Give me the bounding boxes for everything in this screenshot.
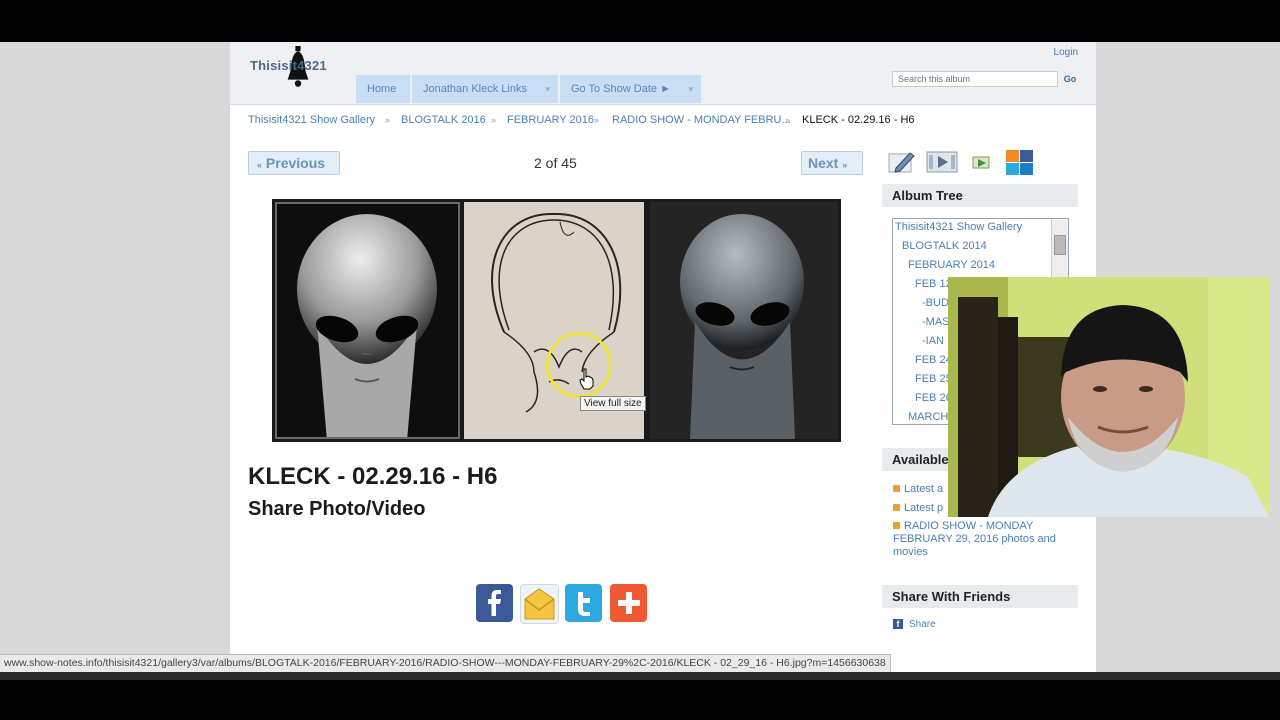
webcam-person-image: [948, 277, 1269, 517]
photo-image[interactable]: [272, 199, 841, 442]
chevron-down-icon: ▾: [688, 84, 693, 94]
breadcrumb-current: KLECK - 02.29.16 - H6: [802, 114, 915, 126]
feed-link[interactable]: Latest a: [893, 483, 943, 496]
nav-go-to-show-date[interactable]: Go To Show Date ► ▾: [560, 75, 701, 103]
nav-label: Go To Show Date ►: [571, 83, 671, 95]
logo-text: Thisisit4321: [250, 58, 327, 73]
tree-item[interactable]: Thisisit4321 Show Gallery: [895, 221, 1022, 233]
share-with-friends-heading: Share With Friends: [882, 585, 1078, 608]
double-left-arrow-icon: «: [257, 160, 263, 170]
feed-label: Latest p: [904, 502, 944, 514]
breadcrumb-separator: »: [385, 115, 391, 125]
feed-link[interactable]: Latest p: [893, 502, 943, 515]
nav-home[interactable]: Home: [356, 75, 410, 103]
social-bookmarks-icon[interactable]: [1004, 148, 1036, 176]
breadcrumb-item[interactable]: Thisisit4321 Show Gallery: [248, 114, 375, 126]
alien-photo-panel-1: [275, 202, 460, 439]
facebook-icon[interactable]: [476, 584, 513, 622]
site-logo[interactable]: Thisisit4321: [250, 46, 350, 94]
chevron-down-icon: ▾: [545, 84, 550, 94]
breadcrumb-item[interactable]: BLOGTALK 2016: [401, 114, 486, 126]
rss-icon: [893, 504, 900, 511]
tree-item[interactable]: FEB 12: [915, 278, 952, 290]
photo-position: 2 of 45: [534, 155, 577, 171]
taskbar: [0, 672, 1280, 680]
search-input[interactable]: Search this album: [892, 71, 1058, 87]
status-bar-url: www.show-notes.info/thisisit4321/gallery…: [0, 654, 891, 672]
breadcrumb-item[interactable]: RADIO SHOW - MONDAY FEBRU...: [612, 114, 791, 126]
hand-cursor-icon: [579, 368, 594, 390]
site-header: Thisisit4321 Login Search this album Go …: [230, 42, 1096, 105]
double-right-arrow-icon: »: [842, 160, 848, 170]
view-full-size-tooltip: View full size: [580, 396, 646, 411]
previous-label: Previous: [265, 155, 326, 171]
tree-item[interactable]: -BUD: [922, 297, 949, 309]
previous-button[interactable]: « Previous: [248, 151, 340, 175]
edit-pencil-icon[interactable]: [888, 150, 916, 174]
facebook-share-link[interactable]: f Share: [893, 619, 936, 630]
twitter-icon[interactable]: [565, 584, 602, 622]
photo-title: KLECK - 02.29.16 - H6: [248, 463, 498, 490]
nav-jonathan-kleck-links[interactable]: Jonathan Kleck Links ▾: [412, 75, 558, 103]
feed-label: RADIO SHOW - MONDAY FEBRUARY 29, 2016 ph…: [893, 520, 1056, 558]
nav-label: Jonathan Kleck Links: [423, 83, 527, 95]
rss-icon: [893, 485, 900, 492]
breadcrumb-separator: »: [785, 115, 791, 125]
tree-item[interactable]: -MAS: [922, 316, 950, 328]
tree-item[interactable]: -IAN: [922, 335, 944, 347]
email-icon[interactable]: [520, 584, 559, 624]
tree-item[interactable]: BLOGTALK 2014: [902, 240, 987, 252]
rss-icon: [893, 522, 900, 529]
album-tree-heading: Album Tree: [882, 184, 1078, 207]
scrollbar-thumb[interactable]: [1054, 235, 1066, 255]
breadcrumb-separator: »: [491, 115, 497, 125]
share-label: Share: [909, 619, 936, 630]
email-share-icon[interactable]: [972, 154, 990, 170]
breadcrumb-item[interactable]: FEBRUARY 2016: [507, 114, 594, 126]
tree-item[interactable]: FEB 26: [915, 392, 952, 404]
next-button[interactable]: Next »: [801, 151, 863, 175]
facebook-icon: f: [893, 619, 903, 630]
feed-label: Latest a: [904, 483, 944, 495]
feed-link[interactable]: RADIO SHOW - MONDAY FEBRUARY 29, 2016 ph…: [893, 520, 1075, 559]
tree-item[interactable]: FEB 25: [915, 373, 952, 385]
tree-item[interactable]: MARCH: [908, 411, 948, 423]
tree-item[interactable]: FEBRUARY 2014: [908, 259, 995, 271]
login-link[interactable]: Login: [1054, 47, 1078, 58]
slideshow-icon[interactable]: [926, 150, 958, 174]
alien-photo-panel-3: [650, 202, 838, 439]
addthis-plus-icon[interactable]: [610, 584, 647, 622]
breadcrumb-separator: »: [594, 115, 600, 125]
share-heading: Share Photo/Video: [248, 498, 426, 520]
search-go-button[interactable]: Go: [1062, 71, 1078, 87]
webcam-overlay: [948, 277, 1269, 517]
tree-item[interactable]: FEB 24: [915, 354, 952, 366]
next-label: Next: [808, 155, 839, 171]
